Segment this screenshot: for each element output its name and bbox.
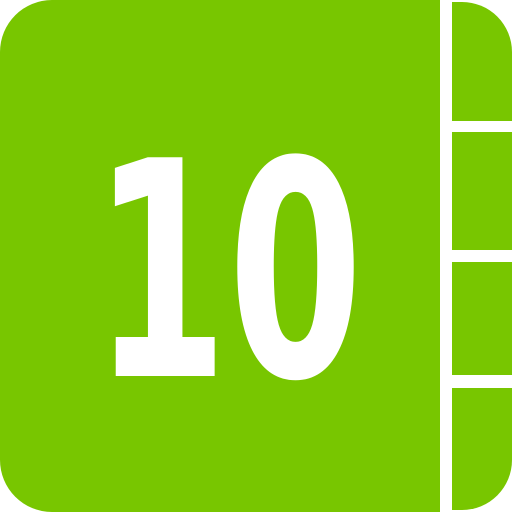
app-icon[interactable]: 10 bbox=[0, 0, 512, 512]
spine-tab-3 bbox=[452, 262, 512, 375]
spine-tab-4 bbox=[452, 388, 512, 510]
big-number: 10 bbox=[93, 98, 363, 447]
contacts-book-icon: 10 bbox=[0, 0, 512, 512]
spine-tab-1 bbox=[452, 2, 512, 121]
spine-tab-2 bbox=[452, 132, 512, 250]
